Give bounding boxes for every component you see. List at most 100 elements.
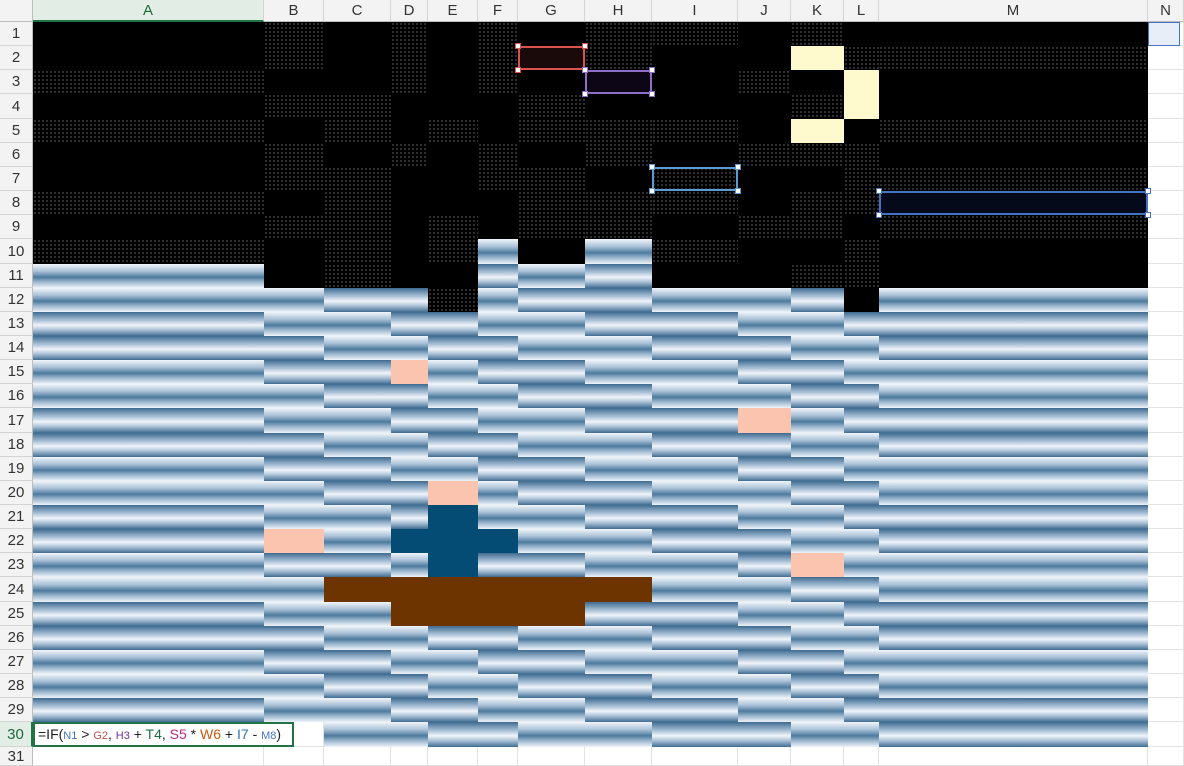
cell-j1[interactable] <box>738 22 791 46</box>
cell-l23[interactable] <box>844 553 879 577</box>
cell-f2[interactable] <box>478 46 518 70</box>
cell-i5[interactable] <box>652 119 738 143</box>
cell-f3[interactable] <box>478 70 518 94</box>
cell-c30[interactable] <box>324 722 391 747</box>
cell-b5[interactable] <box>264 119 324 143</box>
cell-j7[interactable] <box>738 167 791 191</box>
cell-g13[interactable] <box>518 312 585 336</box>
cell-e31[interactable] <box>428 747 478 766</box>
cell-j31[interactable] <box>738 747 791 766</box>
cell-k15[interactable] <box>791 360 844 384</box>
cell-e2[interactable] <box>428 46 478 70</box>
cell-e12[interactable] <box>428 288 478 312</box>
cell-d15[interactable] <box>391 360 428 384</box>
cell-k2[interactable] <box>791 46 844 70</box>
row-header-15[interactable]: 15 <box>0 360 33 384</box>
cell-d11[interactable] <box>391 264 428 288</box>
cell-f31[interactable] <box>478 747 518 766</box>
cell-l29[interactable] <box>844 698 879 722</box>
cell-j16[interactable] <box>738 384 791 408</box>
cell-l12[interactable] <box>844 288 879 312</box>
row-header-10[interactable]: 10 <box>0 239 33 264</box>
cell-a16[interactable] <box>33 384 264 408</box>
cell-d19[interactable] <box>391 457 428 481</box>
cell-d18[interactable] <box>391 433 428 457</box>
cell-j12[interactable] <box>738 288 791 312</box>
cell-m5[interactable] <box>879 119 1148 143</box>
cell-l15[interactable] <box>844 360 879 384</box>
cell-d31[interactable] <box>391 747 428 766</box>
cell-l11[interactable] <box>844 264 879 288</box>
row-header-19[interactable]: 19 <box>0 457 33 481</box>
cell-h9[interactable] <box>585 215 652 239</box>
row-header-9[interactable]: 9 <box>0 215 33 239</box>
cell-k6[interactable] <box>791 143 844 167</box>
cell-b29[interactable] <box>264 698 324 722</box>
cell-g10[interactable] <box>518 239 585 264</box>
cell-j13[interactable] <box>738 312 791 336</box>
formula-edit-cell[interactable]: =IF(N1 > G2, H3 + T4, S5 * W6 + I7 - M8) <box>33 722 294 747</box>
cell-f20[interactable] <box>478 481 518 505</box>
cell-j9[interactable] <box>738 215 791 239</box>
cell-i16[interactable] <box>652 384 738 408</box>
cell-i20[interactable] <box>652 481 738 505</box>
cell-c23[interactable] <box>324 553 391 577</box>
cell-e1[interactable] <box>428 22 478 46</box>
cell-i1[interactable] <box>652 22 738 46</box>
cell-d27[interactable] <box>391 650 428 674</box>
cell-a19[interactable] <box>33 457 264 481</box>
cell-b27[interactable] <box>264 650 324 674</box>
cell-a3[interactable] <box>33 70 264 94</box>
cell-f18[interactable] <box>478 433 518 457</box>
cell-e15[interactable] <box>428 360 478 384</box>
cell-l22[interactable] <box>844 529 879 553</box>
cell-j4[interactable] <box>738 94 791 119</box>
column-header-b[interactable]: B <box>264 0 324 22</box>
cell-m17[interactable] <box>879 408 1148 433</box>
row-header-6[interactable]: 6 <box>0 143 33 167</box>
cell-l5[interactable] <box>844 119 879 143</box>
cell-g24[interactable] <box>518 577 585 602</box>
cell-m11[interactable] <box>879 264 1148 288</box>
column-header-h[interactable]: H <box>585 0 652 22</box>
cell-b31[interactable] <box>264 747 324 766</box>
column-header-j[interactable]: J <box>738 0 791 22</box>
cell-g16[interactable] <box>518 384 585 408</box>
cell-m29[interactable] <box>879 698 1148 722</box>
cell-i27[interactable] <box>652 650 738 674</box>
row-header-13[interactable]: 13 <box>0 312 33 336</box>
cell-k22[interactable] <box>791 529 844 553</box>
cell-a11[interactable] <box>33 264 264 288</box>
cell-i18[interactable] <box>652 433 738 457</box>
ref-box-m8-handle-2[interactable] <box>876 212 882 218</box>
row-header-24[interactable]: 24 <box>0 577 33 602</box>
cell-k18[interactable] <box>791 433 844 457</box>
cell-a23[interactable] <box>33 553 264 577</box>
cell-k1[interactable] <box>791 22 844 46</box>
cell-f15[interactable] <box>478 360 518 384</box>
cell-n23[interactable] <box>1148 553 1184 577</box>
cell-b24[interactable] <box>264 577 324 602</box>
cell-b25[interactable] <box>264 602 324 626</box>
cell-k21[interactable] <box>791 505 844 529</box>
cell-h12[interactable] <box>585 288 652 312</box>
cell-n4[interactable] <box>1148 94 1184 119</box>
cell-g23[interactable] <box>518 553 585 577</box>
cell-e21[interactable] <box>428 505 478 529</box>
cell-a25[interactable] <box>33 602 264 626</box>
cell-g7[interactable] <box>518 167 585 191</box>
cell-m31[interactable] <box>879 747 1148 766</box>
row-header-17[interactable]: 17 <box>0 408 33 433</box>
cell-n15[interactable] <box>1148 360 1184 384</box>
cell-n29[interactable] <box>1148 698 1184 722</box>
cell-b7[interactable] <box>264 167 324 191</box>
cell-f16[interactable] <box>478 384 518 408</box>
cell-e24[interactable] <box>428 577 478 602</box>
row-header-31[interactable]: 31 <box>0 747 33 766</box>
cell-e20[interactable] <box>428 481 478 505</box>
cell-c26[interactable] <box>324 626 391 650</box>
ref-box-i7-handle-3[interactable] <box>735 188 741 194</box>
cell-k13[interactable] <box>791 312 844 336</box>
cell-n30[interactable] <box>1148 722 1184 747</box>
cell-a22[interactable] <box>33 529 264 553</box>
